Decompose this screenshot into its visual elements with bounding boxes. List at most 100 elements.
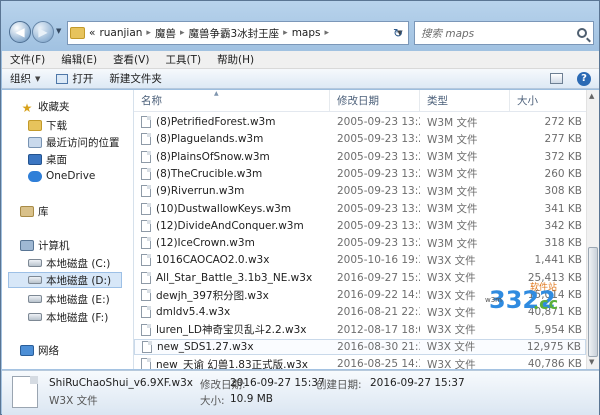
chevron-right-icon[interactable]: ▸ xyxy=(283,28,288,38)
sidebar-item-drive-f[interactable]: 本地磁盘 (F:) xyxy=(28,309,108,325)
address-bar[interactable]: « ruanjian ▸ 魔兽 ▸ 魔兽争霸3冰封王座 ▸ maps ▸ ▼ xyxy=(67,21,409,45)
file-date: 2005-09-23 13:25 xyxy=(337,133,420,146)
sidebar-item-label: 下载 xyxy=(46,119,67,132)
file-name-cell: (9)Riverrun.w3m xyxy=(134,185,330,198)
file-size: 1,441 KB xyxy=(534,254,583,267)
breadcrumb-maps[interactable]: maps xyxy=(292,27,321,39)
sidebar-item-label: 计算机 xyxy=(38,239,70,252)
refresh-icon[interactable]: ↻ xyxy=(389,23,407,43)
table-row[interactable]: (10)DustwallowKeys.w3m 2005-09-23 13:25 W3… xyxy=(134,201,586,217)
table-row[interactable]: (8)Plaguelands.w3m 2005-09-23 13:25 W3M 文件… xyxy=(134,131,586,147)
file-date: 2016-08-21 22:39 xyxy=(337,306,420,319)
scroll-down-icon[interactable]: ▼ xyxy=(589,358,594,366)
sidebar-item-favorites[interactable]: ★ 收藏夹 xyxy=(20,98,70,115)
file-name-cell: All_Star_Battle_3.1b3_NE.w3x xyxy=(134,271,330,284)
file-type: W3M 文件 xyxy=(427,151,478,164)
change-view-icon[interactable] xyxy=(550,73,563,84)
file-type: W3X 文件 xyxy=(427,358,476,369)
file-name-cell: dmldv5.4.w3x xyxy=(134,306,330,319)
chevron-right-icon[interactable]: ▸ xyxy=(146,28,151,38)
sidebar-item-drive-d[interactable]: 本地磁盘 (D:) xyxy=(8,272,122,288)
table-row[interactable]: luren_LD神奇宝贝乱斗2.2.w3x 2012-08-17 18:01 W3X… xyxy=(134,322,586,338)
sidebar-item-computer[interactable]: 计算机 xyxy=(20,237,70,253)
menu-tools[interactable]: 工具(T) xyxy=(157,51,209,68)
table-row[interactable]: (8)PetrifiedForest.w3m 2005-09-23 13:25 W3… xyxy=(134,114,586,130)
breadcrumb-moshou[interactable]: 魔兽 xyxy=(155,26,176,41)
file-name-cell: dewjh_397积分图.w3x xyxy=(134,288,330,303)
file-date: 2012-08-17 18:01 xyxy=(337,323,420,336)
table-row[interactable]: 1016CAOCAO2.0.w3x 2005-10-16 19:36 W3X 文件 1… xyxy=(134,252,586,268)
table-row[interactable]: All_Star_Battle_3.1b3_NE.w3x 2016-09-27 1… xyxy=(134,270,586,286)
sidebar-item-desktop[interactable]: 桌面 xyxy=(28,151,67,167)
sidebar-item-recent[interactable]: 最近访问的位置 xyxy=(28,134,120,150)
navigation-pane: ★ 收藏夹 下载 最近访问的位置 桌面 OneDrive 库 计算机 本地磁盘 … xyxy=(2,90,134,369)
history-dropdown-icon[interactable]: ▼ xyxy=(56,27,61,35)
help-icon[interactable]: ? xyxy=(577,71,591,86)
search-input[interactable]: 搜索 maps xyxy=(421,26,474,41)
sidebar-item-label: 最近访问的位置 xyxy=(46,136,120,149)
menu-edit[interactable]: 编辑(E) xyxy=(53,51,105,68)
file-name-cell: new_SDS1.27.w3x xyxy=(135,340,330,353)
chevron-down-icon: ▼ xyxy=(35,74,41,83)
sidebar-item-drive-c[interactable]: 本地磁盘 (C:) xyxy=(28,255,110,271)
file-type: W3M 文件 xyxy=(427,185,478,198)
file-name: (10)DustwallowKeys.w3m xyxy=(156,202,292,215)
vertical-scrollbar[interactable]: ▲ ▼ xyxy=(586,90,599,369)
breadcrumb-ruanjian[interactable]: ruanjian xyxy=(99,27,142,39)
file-size: 277 KB xyxy=(544,133,582,146)
table-row[interactable]: (12)IceCrown.w3m 2005-09-23 13:25 W3M 文件 31… xyxy=(134,235,586,251)
file-name-cell: (8)PlainsOfSnow.w3m xyxy=(134,150,330,163)
sidebar-item-drive-e[interactable]: 本地磁盘 (E:) xyxy=(28,291,110,307)
file-date: 2016-09-27 15:24 xyxy=(337,271,420,284)
table-row[interactable]: (8)PlainsOfSnow.w3m 2005-09-23 13:25 W3M 文… xyxy=(134,149,586,165)
table-row[interactable]: (9)Riverrun.w3m 2005-09-23 13:25 W3M 文件 308… xyxy=(134,183,586,199)
file-name-cell: (10)DustwallowKeys.w3m xyxy=(134,202,330,215)
breadcrumb-warcraft3[interactable]: 魔兽争霸3冰封王座 xyxy=(188,26,279,41)
new-folder-button[interactable]: 新建文件夹 xyxy=(101,69,170,89)
back-button[interactable]: ◀ xyxy=(9,21,31,43)
file-size: 40,786 KB xyxy=(527,358,582,369)
menu-help[interactable]: 帮助(H) xyxy=(209,51,262,68)
chevron-right-icon[interactable]: ▸ xyxy=(180,28,185,38)
forward-button[interactable]: ▶ xyxy=(32,21,54,43)
scrollbar-thumb[interactable] xyxy=(588,247,598,357)
drive-icon xyxy=(28,295,42,303)
sidebar-item-network[interactable]: 网络 xyxy=(20,342,59,358)
table-row[interactable]: new_SDS1.27.w3x 2016-08-30 21:30 W3X 文件 12,… xyxy=(134,338,586,355)
menu-view[interactable]: 查看(V) xyxy=(105,51,157,68)
desktop-icon xyxy=(28,153,42,165)
file-name-cell: 1016CAOCAO2.0.w3x xyxy=(134,254,330,267)
sidebar-item-library[interactable]: 库 xyxy=(20,203,49,219)
search-box[interactable]: 搜索 maps xyxy=(414,21,594,45)
column-header-type[interactable]: 类型 xyxy=(420,90,510,111)
organize-label: 组织 xyxy=(10,73,31,85)
chevron-right-icon[interactable]: ▸ xyxy=(325,28,330,38)
file-name: dewjh_397积分图.w3x xyxy=(156,289,269,302)
cloud-icon xyxy=(28,170,42,182)
details-created-label: 创建日期: xyxy=(316,379,362,391)
sidebar-item-onedrive[interactable]: OneDrive xyxy=(28,168,95,184)
breadcrumb-overflow[interactable]: « xyxy=(89,27,95,39)
open-button[interactable]: 打开 xyxy=(48,69,101,89)
organize-button[interactable]: 组织 ▼ xyxy=(2,69,48,89)
column-header-date[interactable]: 修改日期 xyxy=(330,90,420,111)
drive-icon xyxy=(28,313,42,321)
column-header-name[interactable]: 名称 xyxy=(134,90,330,111)
file-size: 272 KB xyxy=(544,116,582,128)
scroll-up-icon[interactable]: ▲ xyxy=(589,92,594,100)
menu-file[interactable]: 文件(F) xyxy=(2,51,53,68)
file-type: W3M 文件 xyxy=(427,237,478,250)
file-name: (8)PetrifiedForest.w3m xyxy=(156,116,276,128)
table-row[interactable]: new_天谕 幻兽1.83正式版.w3x 2016-08-25 14:38 W3X … xyxy=(134,356,586,369)
table-row[interactable]: (12)DivideAndConquer.w3m 2005-09-23 13:25… xyxy=(134,218,586,234)
file-name: dmldv5.4.w3x xyxy=(156,306,231,319)
file-type: W3X 文件 xyxy=(427,272,476,285)
file-icon xyxy=(12,376,38,408)
search-icon[interactable] xyxy=(577,28,587,38)
table-row[interactable]: (8)TheCrucible.w3m 2005-09-23 13:25 W3M 文件… xyxy=(134,166,586,182)
star-icon: ★ xyxy=(21,100,33,115)
file-icon xyxy=(141,167,151,180)
column-header-size[interactable]: 大小 xyxy=(510,90,586,111)
sidebar-item-downloads[interactable]: 下载 xyxy=(28,117,67,133)
file-name: (12)IceCrown.w3m xyxy=(156,237,255,250)
